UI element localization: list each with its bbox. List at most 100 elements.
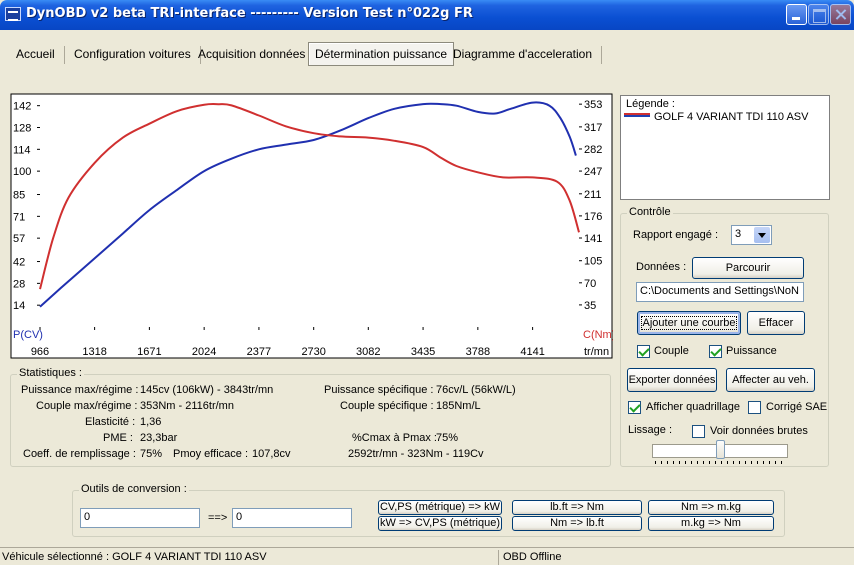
- x-axis-tick-label: 1318: [82, 346, 106, 358]
- right-axis-title: C(Nm): [583, 329, 613, 341]
- nm-to-lbft-button[interactable]: Nm => lb.ft: [512, 516, 642, 531]
- right-axis-tick-label: 211: [584, 189, 602, 201]
- pmoy-value: 107,8cv: [252, 448, 291, 460]
- cv-to-kw-button[interactable]: CV,PS (métrique) => kW: [378, 500, 502, 515]
- chart-svg: 142 128 114 100 85 71 57 42 28 14 353 317 282 247 211…: [10, 93, 613, 359]
- legend-entry: GOLF 4 VARIANT TDI 110 ASV: [654, 111, 809, 123]
- controle-title: Contrôle: [627, 206, 673, 218]
- power-torque-chart: 142 128 114 100 85 71 57 42 28 14 353 317 282 247 211…: [10, 93, 613, 359]
- tab-determination-puissance[interactable]: Détermination puissance: [308, 42, 455, 66]
- donnees-label: Données :: [636, 261, 687, 273]
- right-axis-tick-label: 176: [584, 211, 602, 223]
- statistiques-title: Statistiques :: [17, 367, 84, 379]
- puissance-max-value: 145cv (106kW) - 3843tr/mn: [140, 384, 274, 396]
- coeff-remplissage-label: Coeff. de remplissage :: [23, 448, 136, 460]
- quadrillage-label: Afficher quadrillage: [646, 401, 740, 413]
- x-axis-tick-label: 966: [31, 346, 49, 358]
- conversion-arrow: ==>: [208, 512, 228, 524]
- x-axis-tick-label: 3082: [356, 346, 380, 358]
- puissance-max-label: Puissance max/régime :: [21, 384, 139, 396]
- conversion-input[interactable]: 0: [80, 508, 200, 528]
- lissage-slider-ticks: [655, 461, 785, 464]
- x-axis-tick-label: 4141: [520, 346, 544, 358]
- right-axis-tick-label: 105: [584, 256, 602, 268]
- coeff-remplissage-value: 75%: [140, 448, 163, 460]
- right-axis-tick-label: 141: [584, 233, 602, 245]
- pme-label: PME :: [103, 432, 133, 444]
- cmax-pmax-value: 75%: [436, 432, 459, 444]
- donnees-brutes-checkbox[interactable]: [692, 425, 705, 438]
- tab-diagramme-acceleration[interactable]: Diagramme d'acceleration: [446, 42, 603, 66]
- x-axis-unit: tr/mn: [584, 346, 609, 358]
- right-axis-tick-label: 247: [584, 166, 602, 178]
- left-axis-tick-label: 114: [13, 144, 31, 156]
- tab-configuration-voitures[interactable]: Configuration voitures: [67, 42, 201, 66]
- affecter-vehicule-button[interactable]: Affecter au veh.: [726, 368, 815, 392]
- legend-swatch: [624, 113, 650, 117]
- tab-acquisition-donnees[interactable]: Acquisition données: [191, 42, 316, 66]
- donnees-brutes-label: Voir données brutes: [710, 425, 808, 437]
- left-axis-tick-label: 71: [13, 211, 25, 223]
- conversion-title: Outils de conversion :: [79, 483, 189, 495]
- couple-max-label: Couple max/régime :: [36, 400, 138, 412]
- couple-specifique-value: 185Nm/L: [436, 400, 481, 412]
- exporter-donnees-button[interactable]: Exporter données: [627, 368, 717, 392]
- close-button[interactable]: [830, 4, 851, 25]
- lissage-label: Lissage :: [628, 424, 673, 436]
- chevron-down-icon[interactable]: [754, 227, 770, 243]
- quadrillage-checkbox[interactable]: [628, 401, 641, 414]
- rapport-label: Rapport engagé :: [633, 229, 719, 241]
- tab-accueil[interactable]: Accueil: [9, 42, 65, 66]
- left-axis-tick-label: 85: [13, 190, 25, 202]
- couple-checkbox[interactable]: [637, 345, 650, 358]
- puissance-checkbox[interactable]: [709, 345, 722, 358]
- puissance-label: Puissance: [726, 345, 777, 357]
- corrige-sae-checkbox[interactable]: [748, 401, 761, 414]
- cmax-pmax-label: %Cmax à Pmax :: [352, 432, 437, 444]
- legend-panel: Légende : GOLF 4 VARIANT TDI 110 ASV: [620, 95, 830, 200]
- right-axis-tick-label: 353: [584, 99, 602, 111]
- x-axis-tick-label: 3788: [466, 346, 490, 358]
- x-axis-tick-label: 2730: [301, 346, 325, 358]
- lbft-to-nm-button[interactable]: lb.ft => Nm: [512, 500, 642, 515]
- rapport-value: 3: [735, 228, 742, 240]
- couple-max-value: 353Nm - 2116tr/mn: [140, 400, 234, 412]
- mkg-to-nm-button[interactable]: m.kg => Nm: [648, 516, 774, 531]
- legend-title: Légende :: [626, 98, 675, 110]
- right-axis-tick-label: 70: [584, 278, 596, 290]
- left-axis-tick-label: 57: [13, 233, 25, 245]
- title-bar[interactable]: DynOBD v2 beta TRI-interface --------- V…: [0, 0, 854, 30]
- left-axis-tick-label: 142: [13, 101, 31, 113]
- right-axis-tick-label: 317: [584, 122, 602, 134]
- couple-specifique-label: Couple spécifique :: [340, 400, 434, 412]
- corrige-sae-label: Corrigé SAE: [766, 401, 828, 413]
- rapport-select[interactable]: 3: [731, 225, 772, 245]
- effacer-button[interactable]: Effacer: [747, 311, 805, 335]
- conversion-output[interactable]: 0: [232, 508, 352, 528]
- x-axis-tick-label: 2377: [247, 346, 271, 358]
- elasticite-label: Elasticité :: [85, 416, 136, 428]
- left-axis-tick-label: 14: [13, 300, 25, 312]
- maximize-button[interactable]: [808, 4, 829, 25]
- minimize-button[interactable]: [786, 4, 807, 25]
- status-vehicle: Véhicule sélectionné : GOLF 4 VARIANT TD…: [0, 550, 499, 565]
- cmax-pmax-detail: 2592tr/mn - 323Nm - 119Cv: [348, 448, 484, 460]
- left-axis-title: P(CV): [13, 329, 43, 341]
- x-axis-tick-label: 3435: [411, 346, 435, 358]
- ajouter-courbe-button[interactable]: Ajouter une courbe: [637, 311, 741, 335]
- x-axis-tick-label: 2024: [192, 346, 216, 358]
- window-title: DynOBD v2 beta TRI-interface --------- V…: [26, 6, 473, 21]
- status-bar: Véhicule sélectionné : GOLF 4 VARIANT TD…: [0, 547, 854, 565]
- couple-label: Couple: [654, 345, 689, 357]
- status-obd: OBD Offline: [503, 551, 562, 563]
- nm-to-mkg-button[interactable]: Nm => m.kg: [648, 500, 774, 515]
- puissance-specifique-label: Puissance spécifique :: [324, 384, 434, 396]
- x-axis-tick-label: 1671: [137, 346, 161, 358]
- parcourir-button[interactable]: Parcourir: [692, 257, 804, 279]
- kw-to-cv-button[interactable]: kW => CV,PS (métrique): [378, 516, 502, 531]
- ajouter-courbe-label: Ajouter une courbe: [640, 316, 738, 330]
- lissage-slider-thumb[interactable]: [716, 440, 725, 459]
- app-icon: [5, 7, 21, 21]
- left-axis-tick-label: 128: [13, 122, 31, 134]
- data-path-input[interactable]: C:\Documents and Settings\NoN: [636, 282, 804, 302]
